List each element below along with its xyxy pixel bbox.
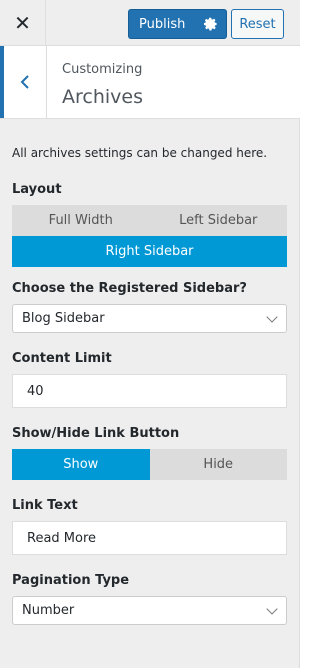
link-text-input[interactable]: Read More: [12, 521, 287, 555]
link-button-hide[interactable]: Hide: [149, 449, 287, 480]
link-button-toggle: Show Hide: [12, 449, 287, 480]
close-button[interactable]: ✕: [0, 0, 46, 46]
section-description: All archives settings can be changed her…: [12, 146, 268, 160]
layout-option-right-sidebar[interactable]: Right Sidebar: [12, 236, 287, 267]
pagination-select-value: Number: [22, 603, 75, 618]
layout-selector: Full Width Left Sidebar Right Sidebar: [12, 205, 287, 267]
chevron-down-icon: [266, 311, 278, 323]
gear-icon: [203, 17, 217, 31]
layout-option-full-width[interactable]: Full Width: [12, 205, 150, 236]
sidebar-select-value: Blog Sidebar: [22, 311, 105, 326]
layout-label: Layout: [12, 182, 62, 197]
back-button[interactable]: [0, 46, 47, 118]
layout-option-left-sidebar[interactable]: Left Sidebar: [149, 205, 287, 236]
publish-settings-button[interactable]: [195, 9, 228, 39]
customizer-panel: ✕ Publish Reset Customizing Archives All…: [0, 0, 300, 668]
close-icon: ✕: [14, 11, 31, 35]
section-controls: All archives settings can be changed her…: [12, 146, 287, 625]
section-title: Archives: [62, 86, 143, 108]
section-header: Customizing Archives: [0, 46, 300, 119]
link-button-show[interactable]: Show: [12, 449, 150, 480]
content-limit-label: Content Limit: [12, 351, 112, 366]
pagination-select[interactable]: Number: [12, 596, 287, 625]
customizer-header: ✕ Publish Reset: [0, 0, 300, 46]
pagination-label: Pagination Type: [12, 573, 130, 588]
chevron-left-icon: [20, 75, 29, 89]
link-button-label: Show/Hide Link Button: [12, 426, 180, 441]
publish-group: Publish: [128, 9, 228, 39]
link-text-label: Link Text: [12, 498, 78, 513]
publish-button[interactable]: Publish: [128, 9, 196, 39]
sidebar-label: Choose the Registered Sidebar?: [12, 281, 247, 296]
content-limit-input[interactable]: 40: [12, 374, 287, 408]
chevron-down-icon: [266, 603, 278, 615]
sidebar-select[interactable]: Blog Sidebar: [12, 304, 287, 333]
breadcrumb: Customizing: [62, 62, 143, 77]
reset-button[interactable]: Reset: [231, 9, 284, 39]
